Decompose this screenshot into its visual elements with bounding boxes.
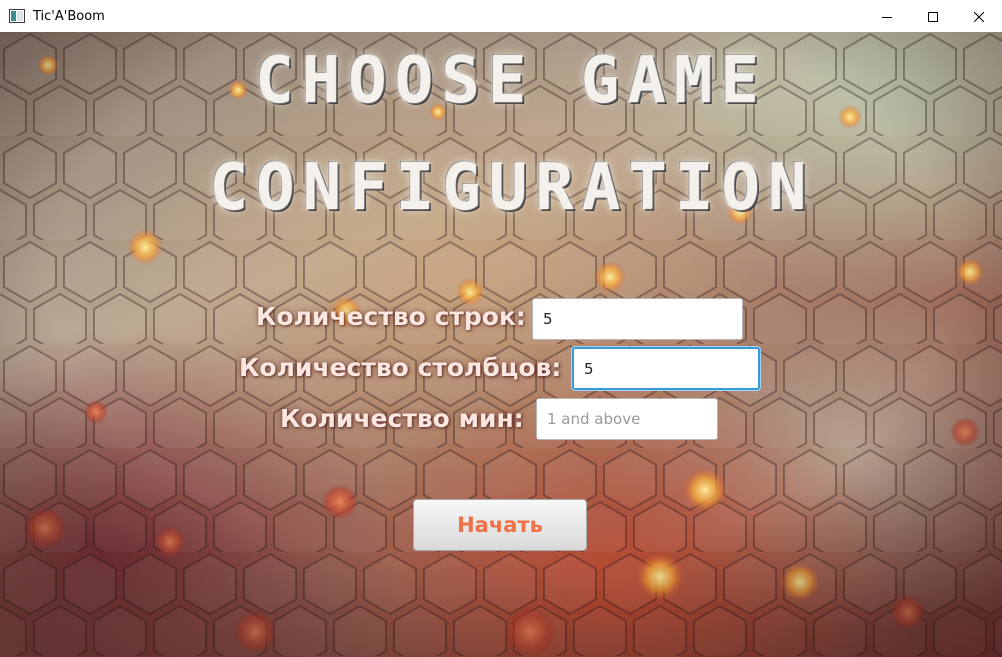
mines-label: Количество мин:	[280, 404, 524, 433]
window-title: Tic'A'Boom	[33, 8, 105, 24]
rows-input[interactable]	[532, 298, 743, 340]
start-button[interactable]: Начать	[413, 499, 587, 551]
app-window: Tic'A'Boom CHOOSE GAME CONFIGURATION Кол…	[0, 0, 1002, 657]
close-icon	[973, 7, 985, 26]
heading-line-2: CONFIGURATION	[209, 151, 815, 225]
mines-input[interactable]	[536, 398, 718, 440]
maximize-icon	[928, 7, 938, 26]
window-controls	[864, 0, 1002, 32]
heading-line-1: CHOOSE GAME	[255, 44, 767, 118]
hexagon-bokeh-background	[0, 32, 1002, 657]
maximize-button[interactable]	[910, 0, 956, 32]
title-bar[interactable]: Tic'A'Boom	[0, 0, 1002, 32]
close-button[interactable]	[956, 0, 1002, 32]
columns-label: Количество столбцов:	[239, 353, 562, 382]
minimize-icon	[882, 7, 892, 26]
minimize-button[interactable]	[864, 0, 910, 32]
columns-input[interactable]	[572, 347, 760, 390]
app-window-icon	[9, 8, 25, 24]
game-config-screen: CHOOSE GAME CONFIGURATION Количество стр…	[0, 32, 1002, 657]
rows-label: Количество строк:	[256, 302, 526, 331]
